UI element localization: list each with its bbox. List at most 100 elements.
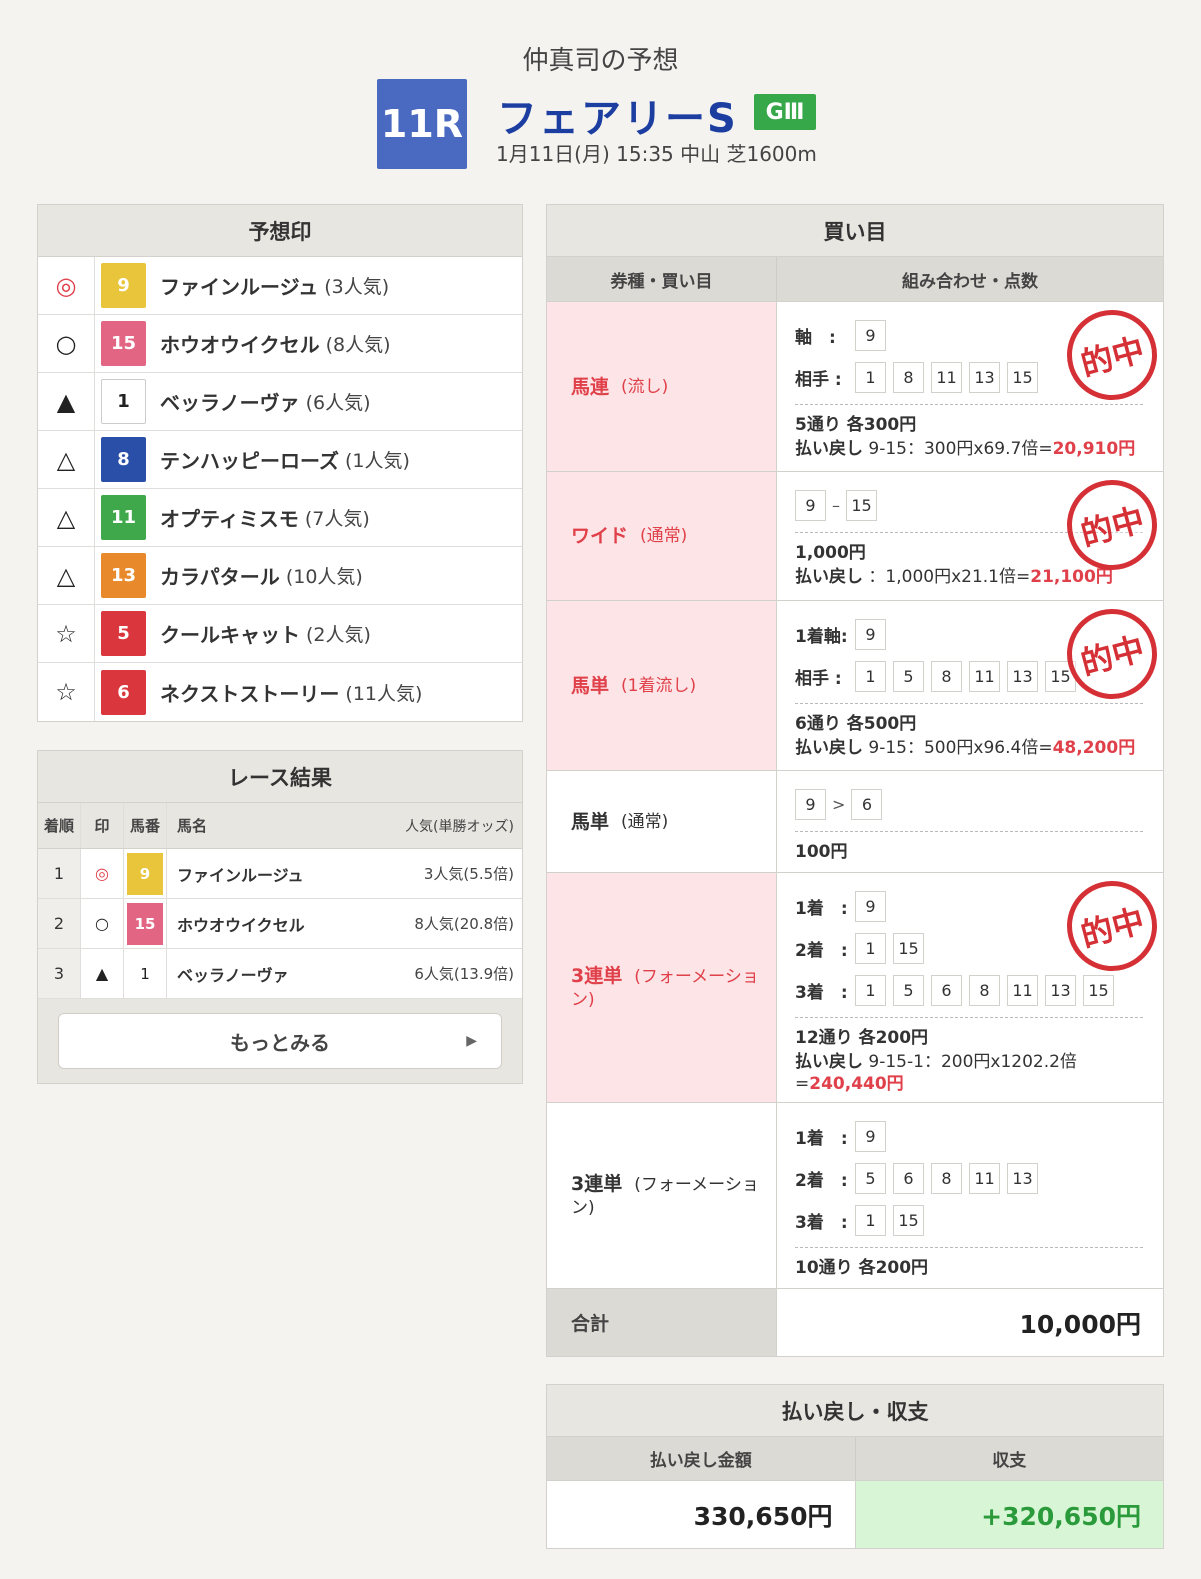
result-horse-name[interactable]: ベッラノーヴァ	[167, 949, 372, 998]
payout-formula: ：1,000円x21.1倍=	[868, 567, 1031, 587]
number-box: 1	[855, 361, 886, 393]
divider	[795, 703, 1143, 704]
race-header: 仲真司の予想 11R フェアリーS GⅢ 1月11日(月) 15:35 中山 芝…	[0, 0, 1201, 190]
horse-name[interactable]: オプティミスモ	[160, 503, 299, 532]
payout-label: 払い戻し	[795, 439, 863, 459]
result-horse-name[interactable]: ホウオウイクセル	[167, 899, 372, 948]
bet-type-label: 馬連	[571, 375, 610, 398]
bet-type-label: 馬単	[571, 810, 610, 833]
horse-name[interactable]: テンハッピーローズ	[160, 445, 339, 474]
total-value: 10,000円	[1019, 1309, 1141, 1339]
bet-detail: 1着 :9 2着 :5 6 8 11 13 3着 :1 15 10通り 各200円	[777, 1103, 1163, 1288]
result-horse-name[interactable]: ファインルージュ	[167, 849, 372, 898]
number-box: 11	[931, 361, 962, 393]
horse-number-badge: 15	[101, 321, 146, 366]
bets-header: 券種・買い目 組み合わせ・点数	[547, 257, 1163, 302]
third-line: 3着 : 1 15	[795, 1199, 1143, 1241]
bet-type-label: 3連単	[571, 1172, 623, 1195]
result-mark: ◎	[81, 849, 124, 898]
total-row: 合計 10,000円	[547, 1289, 1163, 1356]
col-mark: 印	[81, 803, 124, 848]
result-row: 1 ◎ 9 ファインルージュ 3人気(5.5倍)	[38, 849, 522, 899]
third-numbers: 1 5 6 8 11 13 15	[855, 974, 1121, 1006]
number-box: 11	[969, 1162, 1000, 1194]
number-box: 6	[851, 788, 883, 820]
horse-name[interactable]: ホウオウイクセル	[160, 329, 320, 358]
axis-label: 軸 :	[795, 327, 836, 348]
result-row: 3 ▲ 1 ベッラノーヴァ 6人気(13.9倍)	[38, 949, 522, 999]
prediction-row: ▲ 1 ベッラノーヴァ (6人気)	[38, 373, 522, 431]
horse-name[interactable]: ファインルージュ	[160, 271, 318, 300]
prediction-mark: △	[38, 489, 95, 546]
bet-row-sanrentan-hit: 3連単 (フォーメーション) 1着 :9 2着 :1 15 3着 :1 5 6 8 11 13…	[547, 870, 1168, 1103]
second-numbers: 1 15	[855, 932, 931, 964]
prediction-mark: ☆	[38, 605, 95, 662]
horse-number-badge: 9	[101, 263, 146, 308]
third-numbers: 1 15	[855, 1204, 931, 1236]
number-box: 15	[893, 932, 924, 964]
number-box: 15	[846, 489, 877, 521]
prediction-row: △ 8 テンハッピーローズ (1人気)	[38, 431, 522, 489]
horse-name[interactable]: クールキャット	[160, 619, 300, 648]
more-button[interactable]: もっとみる ▶	[58, 1013, 502, 1069]
horse-name[interactable]: ネクストストーリー	[160, 678, 339, 707]
result-mark: ▲	[81, 949, 124, 998]
results-title: レース結果	[38, 751, 522, 803]
number-box: 13	[1007, 660, 1038, 692]
partner-numbers: 1 8 11 13 15	[855, 361, 1045, 393]
bet-count: 10通り 各200円	[795, 1258, 929, 1278]
payout-formula: 9-15：300円x69.7倍=	[868, 439, 1053, 459]
number-box: 11	[1007, 974, 1038, 1006]
col-balance: 収支	[992, 1451, 1027, 1471]
bet-type-sub: (流し)	[621, 376, 669, 397]
horse-number-badge: 6	[101, 669, 146, 715]
payout-label: 払い戻し	[795, 1052, 863, 1072]
result-popularity: 8人気(20.8倍)	[414, 915, 514, 933]
bet-type-sub: (通常)	[621, 811, 669, 832]
number-box: 9	[855, 1120, 886, 1152]
prediction-mark: △	[38, 431, 95, 488]
horse-popularity: (2人気)	[306, 624, 371, 646]
number-box: 6	[893, 1162, 924, 1194]
bet-count: 6通り 各500円	[795, 714, 917, 734]
first-label: 1着 :	[795, 1128, 848, 1149]
divider	[795, 1247, 1143, 1248]
more-label: もっとみる	[230, 1030, 330, 1055]
horse-number-badge: 9	[127, 852, 163, 895]
payout-line: 払い戻し 9-15：300円x69.7倍=20,910円	[795, 438, 1143, 460]
chevron-right-icon: ▶	[466, 1033, 477, 1049]
horse-popularity: (7人気)	[304, 508, 370, 530]
result-num-cell: 15	[124, 899, 167, 948]
divider	[795, 831, 1143, 832]
payout-amount: 48,200円	[1052, 738, 1136, 758]
combo-separator: >	[832, 794, 846, 814]
bet-row-wide: ワイド (通常) 9–15 1,000円 払い戻し ：1,000円x21.1倍=2…	[547, 469, 1168, 601]
horse-popularity: (1人気)	[345, 450, 410, 472]
first-line: 1着 : 9	[795, 1115, 1143, 1157]
number-box: 1	[855, 974, 886, 1006]
number-box: 9	[855, 618, 886, 650]
axis-numbers: 9	[855, 319, 893, 351]
partner-numbers: 1 5 8 11 13 15	[855, 660, 1083, 692]
result-popularity: 6人気(13.9倍)	[414, 965, 514, 983]
prediction-list: ◎ 9 ファインルージュ (3人気) ○ 15 ホウオウイクセル (8人気) ▲ 1 ベッラノーヴァ…	[38, 257, 522, 721]
number-box: 8	[969, 974, 1000, 1006]
bet-detail: 9–15 1,000円 払い戻し ：1,000円x21.1倍=21,100円 的…	[777, 469, 1168, 600]
combo-separator: –	[832, 495, 840, 515]
horse-name[interactable]: ベッラノーヴァ	[160, 387, 300, 416]
bet-count: 5通り 各300円	[795, 415, 917, 435]
prediction-row: △ 13 カラパタール (10人気)	[38, 547, 522, 605]
col-num: 馬番	[124, 803, 167, 848]
horse-number-badge: 8	[101, 437, 146, 482]
prediction-title: 予想印	[38, 205, 522, 257]
payout-line: 払い戻し ：1,000円x21.1倍=21,100円	[795, 566, 1143, 588]
horse-name[interactable]: カラパタール	[160, 561, 280, 590]
bets-title: 買い目	[547, 205, 1163, 257]
number-box: 15	[893, 1204, 924, 1236]
results-list: 1 ◎ 9 ファインルージュ 3人気(5.5倍) 2 ○ 15 ホウオウイクセル 8人気(20.8…	[38, 849, 522, 999]
number-box: 9	[855, 890, 886, 922]
result-popularity: 3人気(5.5倍)	[423, 865, 514, 883]
horse-popularity: (11人気)	[345, 682, 423, 705]
bet-type: ワイド (通常)	[547, 472, 777, 600]
payout-line: 払い戻し 9-15-1：200円x1202.2倍=240,440円	[795, 1051, 1143, 1095]
